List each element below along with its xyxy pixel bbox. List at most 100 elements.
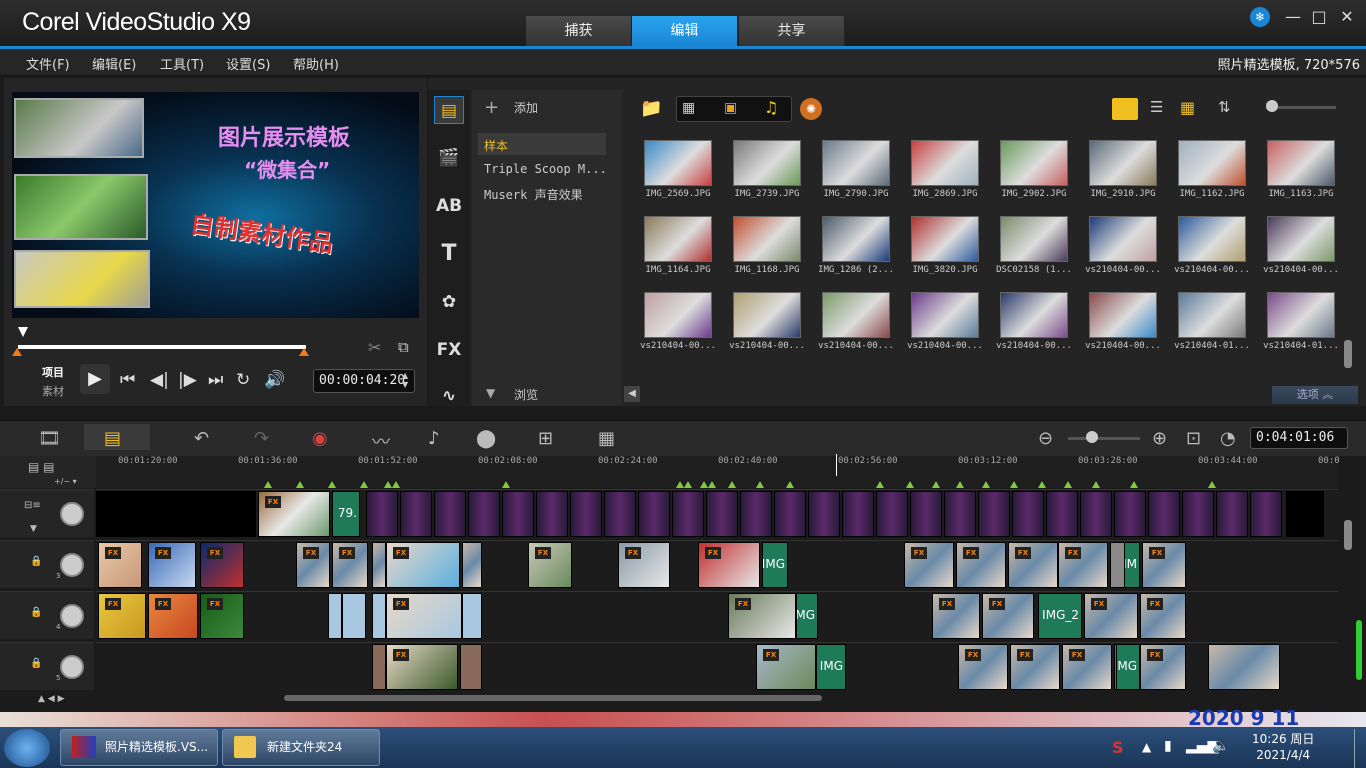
timeline-clip[interactable]: [1080, 491, 1112, 537]
timeline-clip[interactable]: FX: [200, 593, 244, 639]
chapter-marker[interactable]: [956, 481, 964, 488]
fit-project-icon[interactable]: ⊡: [1186, 428, 1201, 449]
ime-icon[interactable]: S: [1112, 738, 1124, 757]
timeline-clip[interactable]: [910, 491, 942, 537]
timeline-clip[interactable]: IMG: [1116, 644, 1140, 690]
media-thumbnail[interactable]: vs210404-00...: [990, 280, 1078, 356]
view-grid-icon[interactable]: ▦: [1180, 98, 1195, 117]
timeline-clip[interactable]: FX: [1142, 542, 1186, 588]
timeline-clip[interactable]: IMG: [762, 542, 788, 588]
tab-share[interactable]: 共享: [739, 16, 845, 46]
chapter-marker[interactable]: [392, 481, 400, 488]
chapter-marker[interactable]: [786, 481, 794, 488]
timeline-clip[interactable]: [808, 491, 840, 537]
redo-icon[interactable]: ↷: [254, 428, 269, 449]
timeline-clip[interactable]: [1250, 491, 1282, 537]
zoom-out-icon[interactable]: ⊖: [1038, 428, 1053, 449]
black-clip[interactable]: [96, 491, 256, 537]
timeline-clip[interactable]: IMG_2: [1038, 593, 1082, 639]
media-thumbnail[interactable]: DSC02158 (1...: [990, 204, 1078, 280]
timeline-clip[interactable]: [1148, 491, 1180, 537]
overlay-track-icon[interactable]: [60, 655, 84, 679]
menu-tools[interactable]: 工具(T): [160, 54, 204, 73]
chapter-marker[interactable]: [932, 481, 940, 488]
media-thumbnail[interactable]: IMG_2902.JPG: [990, 128, 1078, 204]
scissors-icon[interactable]: ✂: [368, 338, 381, 357]
timeline-clip[interactable]: FX: [1008, 542, 1058, 588]
timeline-clip[interactable]: [400, 491, 432, 537]
timeline-clip[interactable]: [944, 491, 976, 537]
timecode-stepper[interactable]: ▲ ▼: [402, 371, 408, 389]
timeline-clip[interactable]: FX: [904, 542, 954, 588]
folder-item[interactable]: 样本: [484, 137, 508, 154]
chapter-marker[interactable]: [264, 481, 272, 488]
overlay-track-icon[interactable]: [60, 604, 84, 628]
chapter-marker[interactable]: [700, 481, 708, 488]
graphics-icon[interactable]: ✿: [434, 288, 464, 316]
lock-icon[interactable]: 🔒: [30, 607, 42, 618]
view-list-icon[interactable]: ☰: [1150, 98, 1163, 116]
timeline-clip[interactable]: FX: [698, 542, 760, 588]
chapter-marker[interactable]: [728, 481, 736, 488]
path-icon[interactable]: ∿: [434, 382, 464, 410]
timeline-clip[interactable]: [978, 491, 1010, 537]
timeline-clip[interactable]: FX: [932, 593, 980, 639]
timeline-clip[interactable]: FX: [1140, 644, 1186, 690]
timeline-timecode[interactable]: 0:04:01:06: [1250, 427, 1348, 449]
player-timecode[interactable]: 00:00:04:20: [313, 369, 415, 393]
timeline-clip[interactable]: [1286, 491, 1324, 537]
speaker-icon[interactable]: 🔈: [1212, 738, 1229, 754]
lock-icon[interactable]: 🔒: [30, 556, 42, 567]
auto-music-icon[interactable]: ♪: [428, 428, 440, 449]
photo-filter-icon[interactable]: ▣: [724, 100, 737, 116]
video-filter-icon[interactable]: ▦: [682, 100, 695, 116]
zoom-slider[interactable]: [1068, 437, 1140, 440]
maximize-icon[interactable]: □: [1306, 6, 1332, 28]
timeline-clip[interactable]: FX: [982, 593, 1034, 639]
media-thumbnail[interactable]: IMG_2790.JPG: [812, 128, 900, 204]
timeline-clip[interactable]: [604, 491, 636, 537]
collapse-left-icon[interactable]: ◀: [624, 386, 640, 402]
media-thumbnail[interactable]: vs210404-00...: [901, 280, 989, 356]
media-thumbnail[interactable]: IMG_1164.JPG: [634, 204, 722, 280]
audio-mixer-icon[interactable]: 〰: [372, 428, 390, 454]
chapter-marker[interactable]: [982, 481, 990, 488]
timeline-clip[interactable]: FX: [528, 542, 572, 588]
tab-capture[interactable]: 捕获: [526, 16, 632, 46]
media-icon[interactable]: ▤: [434, 96, 464, 124]
timeline-clip[interactable]: 79.: [332, 491, 360, 537]
media-thumbnail[interactable]: vs210404-01...: [1168, 280, 1256, 356]
timeline-clip[interactable]: [372, 542, 386, 588]
motion-track-icon[interactable]: ⬤: [476, 428, 496, 449]
timeline-clip[interactable]: [570, 491, 602, 537]
media-thumbnail[interactable]: vs210404-00...: [1079, 280, 1167, 356]
transition-icon[interactable]: AB: [434, 192, 464, 220]
timeline-clip[interactable]: [1216, 491, 1248, 537]
timeline-clip[interactable]: [342, 593, 366, 639]
chapter-marker[interactable]: [1038, 481, 1046, 488]
thumb-size-knob[interactable]: [1266, 100, 1278, 112]
timeline-clip[interactable]: FX: [386, 593, 462, 639]
timeline-clip[interactable]: [876, 491, 908, 537]
zoom-knob[interactable]: [1086, 431, 1098, 443]
timeline-clip[interactable]: FX: [200, 542, 244, 588]
chapter-marker[interactable]: [1130, 481, 1138, 488]
minimize-icon[interactable]: —: [1280, 6, 1306, 28]
media-thumbnail[interactable]: IMG_2910.JPG: [1079, 128, 1167, 204]
record-icon[interactable]: ◉: [312, 428, 328, 449]
timeline-clip[interactable]: FX: [148, 593, 198, 639]
chapter-marker[interactable]: [328, 481, 336, 488]
timeline-playhead[interactable]: [836, 454, 837, 476]
mode-clip[interactable]: 素材: [42, 383, 64, 399]
mode-project[interactable]: 项目: [42, 364, 64, 380]
instant-project-icon[interactable]: 🎬: [434, 144, 464, 172]
timeline-vscroll[interactable]: [1344, 520, 1352, 550]
media-thumbnail[interactable]: vs210404-00...: [723, 280, 811, 356]
view-thumb-icon[interactable]: [1112, 98, 1138, 120]
add-icon[interactable]: +: [484, 97, 499, 118]
timeline-clip[interactable]: [462, 542, 482, 588]
media-thumbnail[interactable]: IMG_2569.JPG: [634, 128, 722, 204]
timeline-clip[interactable]: [1114, 491, 1146, 537]
media-thumbnail[interactable]: vs210404-01...: [1257, 280, 1345, 356]
chapter-marker[interactable]: [676, 481, 684, 488]
